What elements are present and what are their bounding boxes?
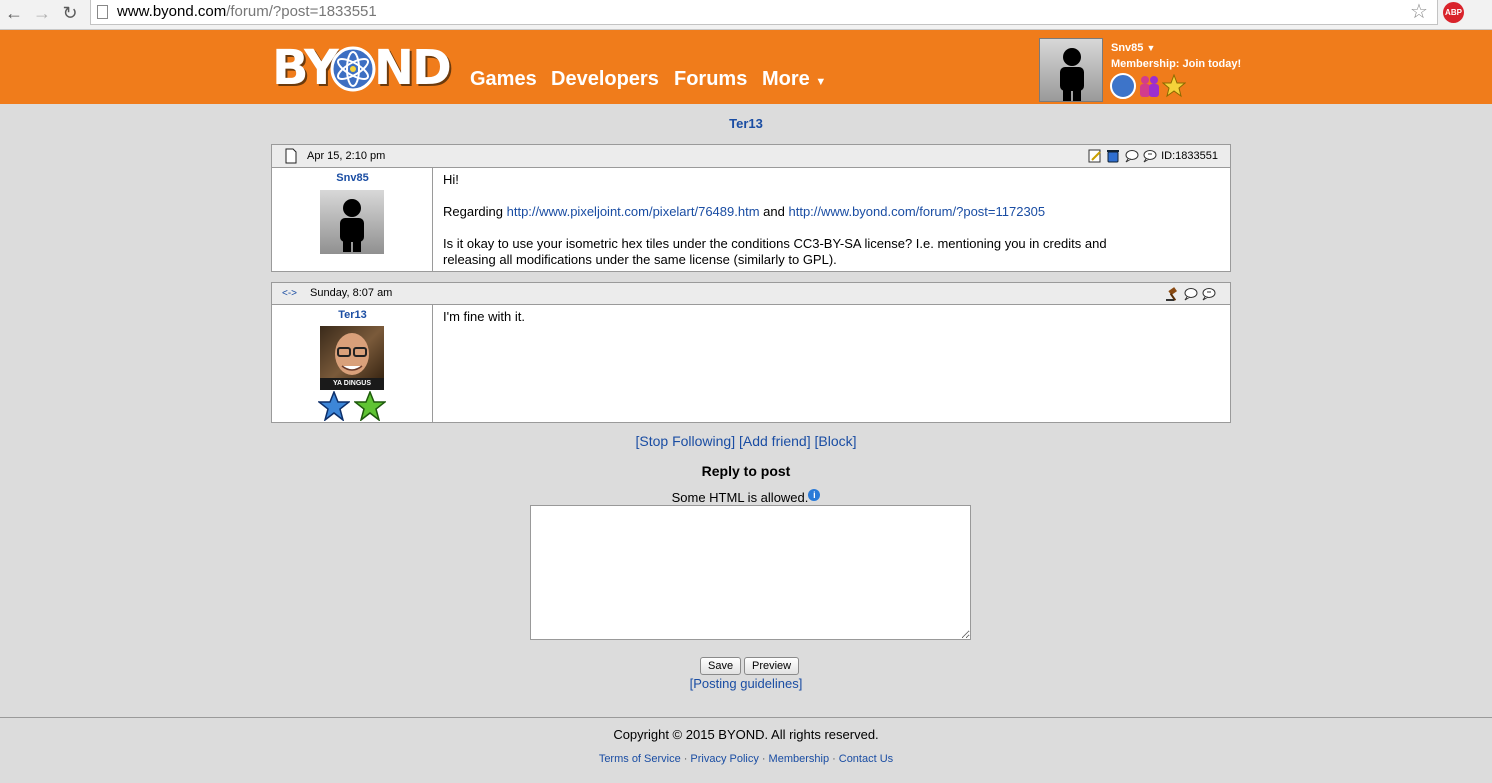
page-icon — [97, 5, 108, 19]
post-header: Apr 15, 2:10 pm ID:1833551 — [272, 145, 1230, 168]
avatar-caption: YA DINGUS — [333, 380, 371, 387]
byond-member-badge-icon[interactable] — [1110, 73, 1136, 99]
adblock-icon[interactable]: ABP — [1443, 2, 1464, 23]
posting-guidelines-link[interactable]: [Posting guidelines] — [690, 676, 803, 691]
friends-badge-icon[interactable] — [1136, 73, 1162, 99]
post-content: Hi! Regarding http://www.pixeljoint.com/… — [443, 172, 1223, 268]
post-line: Is it okay to use your isometric hex til… — [443, 236, 1107, 251]
user-actions: [Stop Following] [Add friend] [Block] — [0, 433, 1492, 449]
separator: · — [683, 753, 688, 765]
privacy-link[interactable]: Privacy Policy — [690, 753, 758, 765]
save-button[interactable]: Save — [700, 657, 742, 675]
edit-icon[interactable] — [1088, 149, 1102, 163]
reload-icon[interactable]: ↻ — [60, 3, 80, 23]
gavel-icon[interactable] — [1166, 287, 1180, 301]
atom-logo-icon — [330, 46, 376, 92]
forum-post: <-> Sunday, 8:07 am Ter13 YA DINGUS I'm … — [271, 282, 1231, 423]
contact-link[interactable]: Contact Us — [839, 753, 893, 765]
post-header: <-> Sunday, 8:07 am — [272, 283, 1230, 305]
author-name[interactable]: Snv85 — [272, 172, 433, 184]
guidelines-row: [Posting guidelines] — [0, 676, 1492, 691]
author-avatar[interactable]: YA DINGUS — [320, 326, 384, 390]
chevron-down-icon: ▼ — [1146, 43, 1156, 53]
post-line: Regarding http://www.pixeljoint.com/pixe… — [443, 204, 1223, 220]
block-link[interactable]: [Block] — [814, 433, 856, 449]
separator: · — [761, 753, 766, 765]
terms-link[interactable]: Terms of Service — [599, 753, 681, 765]
reply-icon[interactable] — [1184, 287, 1198, 301]
preview-button[interactable]: Preview — [744, 657, 800, 675]
back-icon[interactable]: ← — [4, 3, 24, 23]
post-text-regarding: Regarding — [443, 204, 503, 219]
user-menu[interactable]: Snv85 ▼ — [1111, 42, 1155, 54]
pixeljoint-link[interactable]: http://www.pixeljoint.com/pixelart/76489… — [507, 204, 760, 219]
nav-more-label: More — [762, 68, 810, 90]
nav-forums[interactable]: Forums — [674, 68, 747, 91]
forum-post: Apr 15, 2:10 pm ID:1833551 Snv85 Hi! Reg… — [271, 144, 1231, 272]
html-note-text: Some HTML is allowed. — [671, 490, 809, 505]
reply-icon[interactable] — [1125, 149, 1139, 163]
byond-forum-link[interactable]: http://www.byond.com/forum/?post=1172305 — [788, 204, 1045, 219]
post-body: Snv85 Hi! Regarding http://www.pixeljoin… — [272, 168, 1230, 272]
membership-link[interactable]: Membership — [769, 753, 830, 765]
bookmark-star-icon[interactable]: ☆ — [1410, 1, 1428, 23]
copyright: Copyright © 2015 BYOND. All rights reser… — [613, 727, 879, 742]
url-text[interactable]: www.byond.com/forum/?post=1833551 — [117, 3, 377, 20]
document-icon — [285, 148, 297, 164]
quote-icon[interactable] — [1143, 149, 1157, 163]
default-avatar-icon — [340, 199, 364, 252]
stop-following-link[interactable]: [Stop Following] — [635, 433, 735, 449]
post-body: Ter13 YA DINGUS I'm fine with it. — [272, 305, 1230, 422]
chevron-down-icon: ▼ — [815, 76, 827, 88]
url-path: /forum/?post=1833551 — [226, 3, 377, 20]
post-text-and: and — [763, 204, 785, 219]
author-column: Ter13 YA DINGUS — [272, 305, 433, 422]
post-line: releasing all modifications under the sa… — [443, 252, 837, 267]
separator: · — [832, 753, 836, 765]
quote-icon[interactable] — [1202, 287, 1216, 301]
reply-title: Reply to post — [701, 463, 791, 479]
author-avatar[interactable] — [320, 190, 384, 254]
post-date: Apr 15, 2:10 pm — [307, 150, 386, 162]
nav-games[interactable]: Games — [470, 68, 537, 91]
address-bar[interactable]: www.byond.com/forum/?post=1833551 — [90, 0, 1438, 25]
site-header: BYOND Games Developers Forums More ▼ Snv… — [0, 30, 1492, 104]
user-avatar[interactable] — [1039, 38, 1103, 102]
info-icon[interactable]: i — [808, 489, 821, 501]
html-note: Some HTML is allowed. i — [0, 489, 1492, 505]
post-line: Hi! — [443, 172, 459, 187]
star-badge-icon[interactable] — [1162, 74, 1186, 98]
thread-nav-link[interactable]: <-> — [282, 288, 297, 299]
browser-toolbar: ← → ↻ www.byond.com/forum/?post=1833551 … — [0, 0, 1492, 30]
nav-developers[interactable]: Developers — [551, 68, 659, 91]
site-footer: Copyright © 2015 BYOND. All rights reser… — [0, 717, 1492, 783]
user-name: Snv85 — [1111, 42, 1144, 54]
author-column: Snv85 — [272, 168, 433, 272]
footer-links: Terms of Service · Privacy Policy · Membersh… — [0, 753, 1492, 765]
default-avatar-icon — [1060, 48, 1084, 101]
membership-link[interactable]: Membership: Join today! — [1111, 58, 1241, 70]
blue-star-icon — [318, 391, 350, 421]
nav-more[interactable]: More ▼ — [762, 68, 826, 91]
post-content: I'm fine with it. — [443, 309, 525, 324]
author-name[interactable]: Ter13 — [272, 309, 433, 321]
forward-icon[interactable]: → — [32, 3, 52, 23]
add-friend-link[interactable]: [Add friend] — [739, 433, 811, 449]
post-date: Sunday, 8:07 am — [310, 287, 393, 299]
url-host: www.byond.com — [117, 3, 227, 20]
post-id[interactable]: ID:1833551 — [1161, 150, 1218, 162]
delete-icon[interactable] — [1106, 149, 1120, 163]
byond-logo[interactable]: BYOND — [272, 40, 452, 96]
green-star-icon — [354, 391, 386, 421]
thread-title[interactable]: Ter13 — [0, 116, 1492, 131]
reply-textarea[interactable] — [530, 505, 971, 640]
